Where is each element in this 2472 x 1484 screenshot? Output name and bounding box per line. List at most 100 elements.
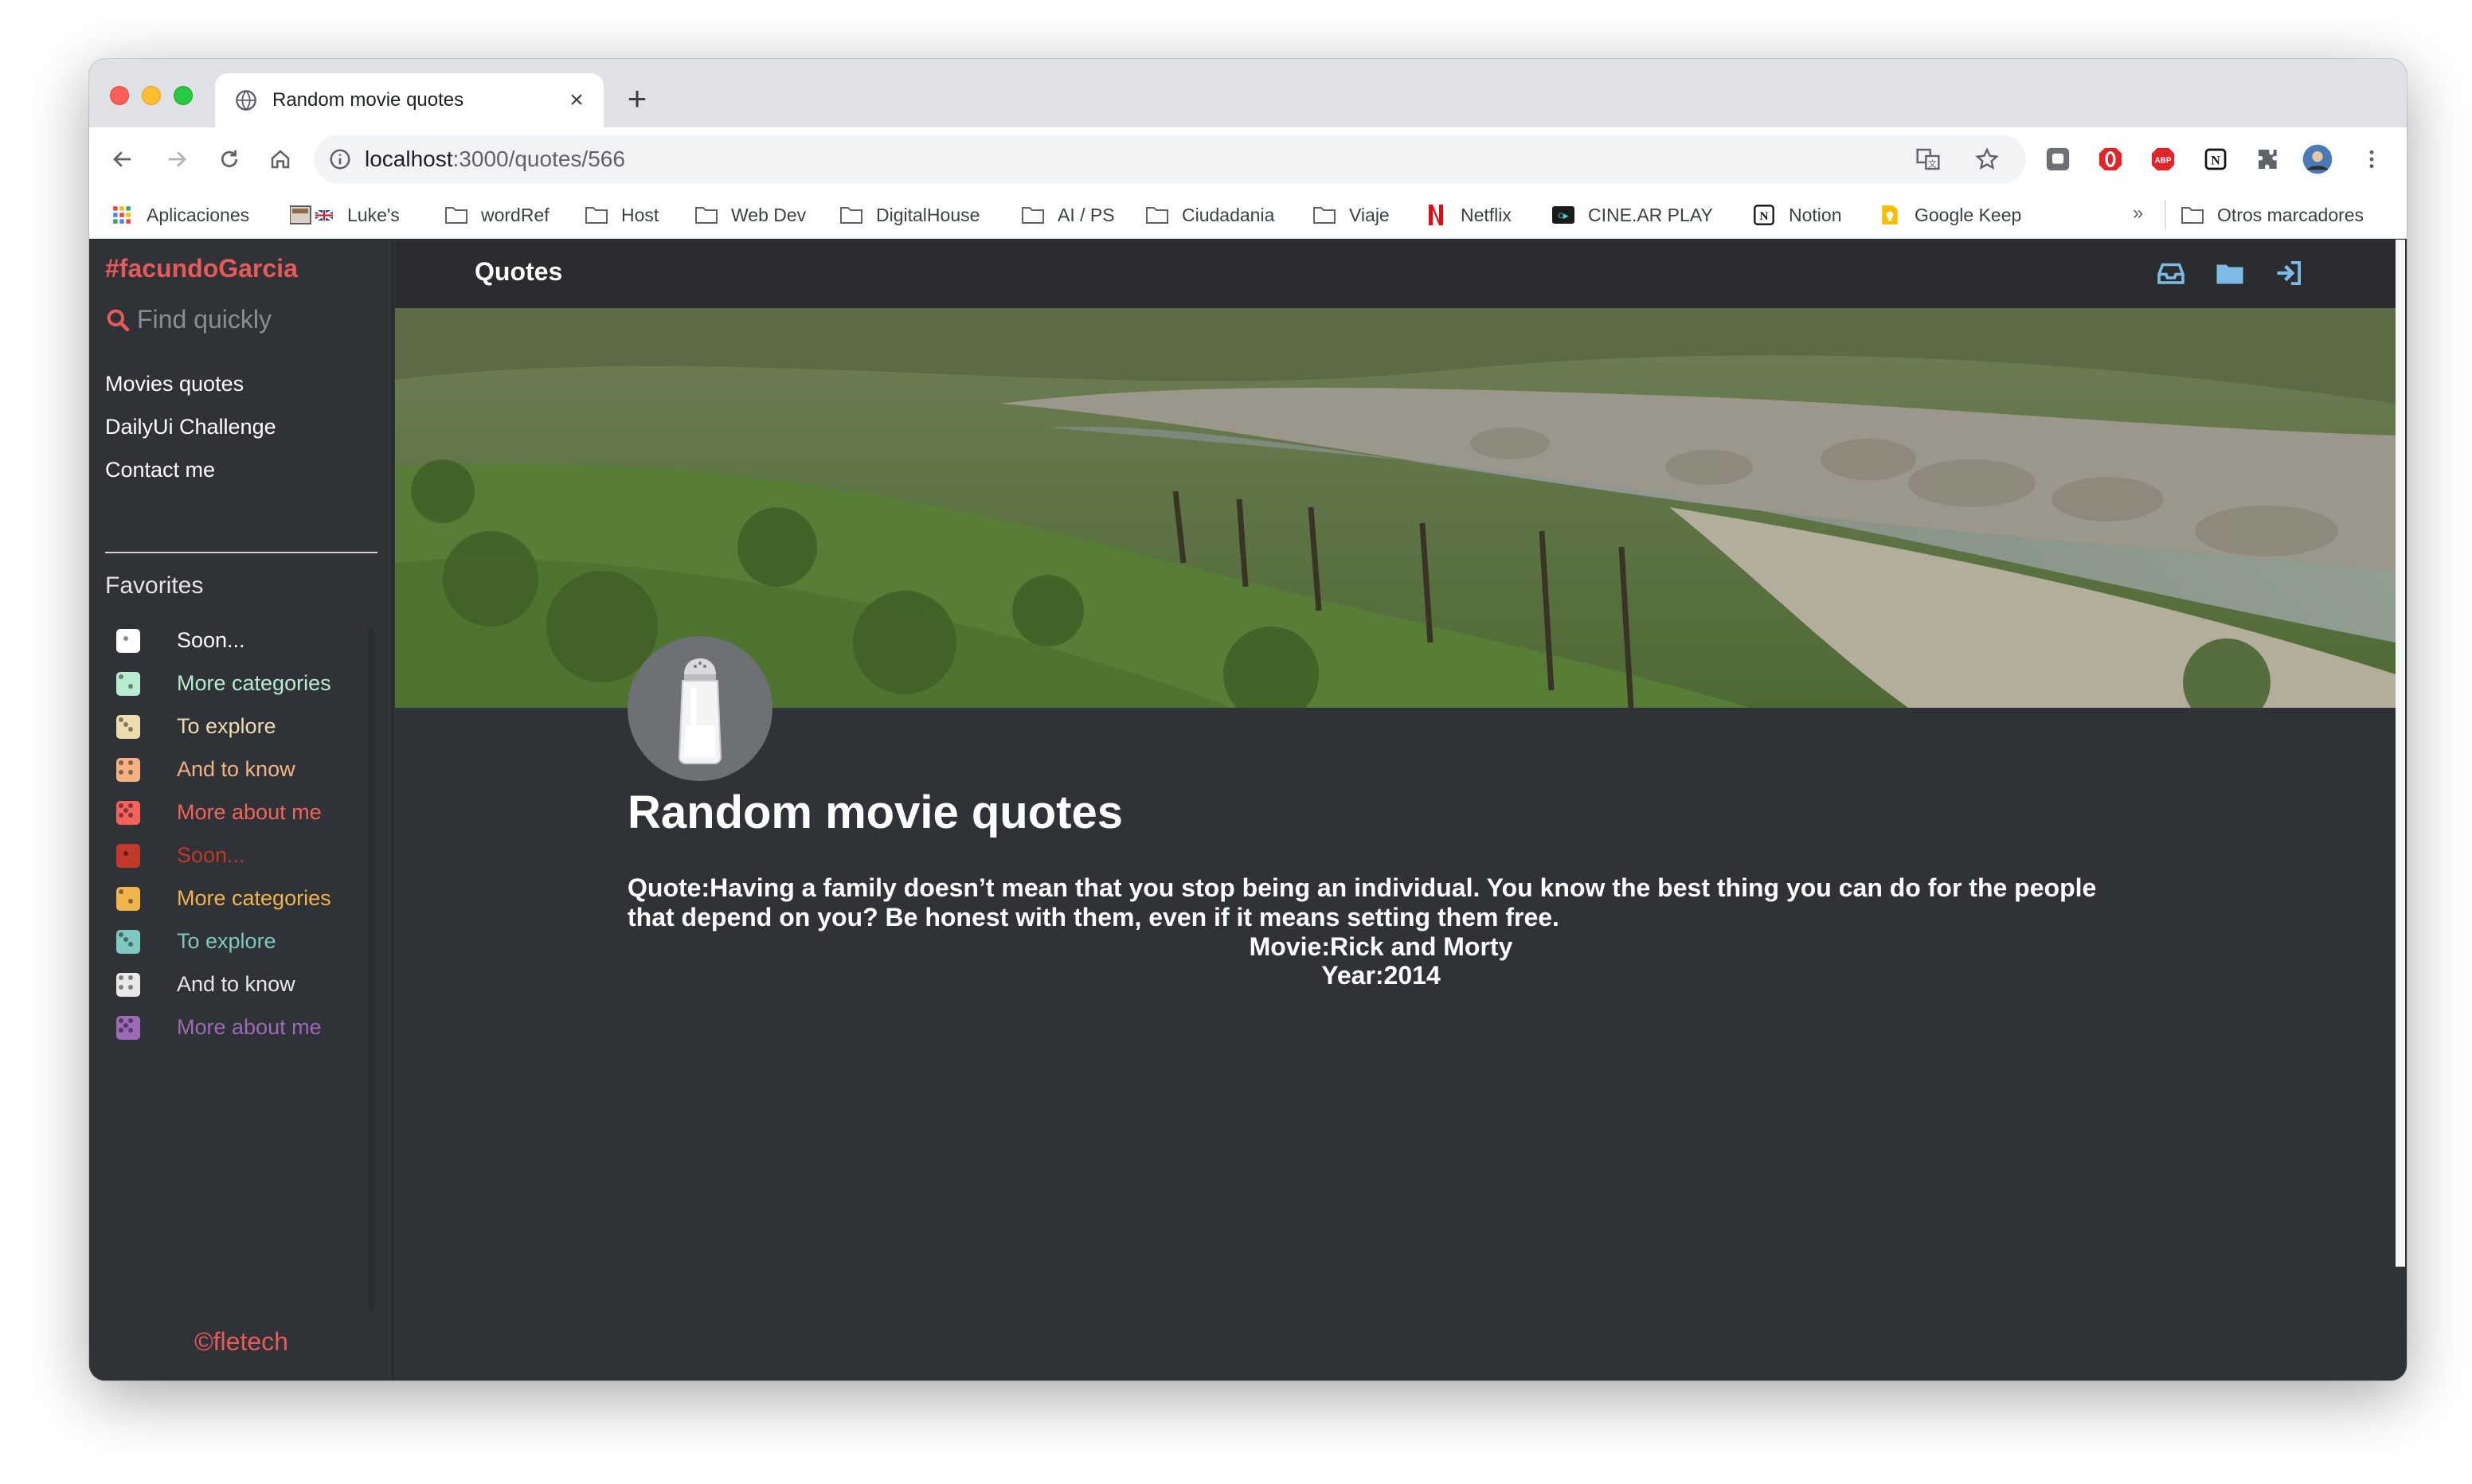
sign-in-icon[interactable] [2271, 256, 2306, 291]
sidebar-divider [105, 552, 377, 553]
tab-title: Random movie quotes [272, 89, 464, 111]
favorite-label: Soon... [177, 843, 245, 867]
browser-tab[interactable]: Random movie quotes × [215, 73, 604, 127]
favorite-item[interactable]: To explore [116, 714, 276, 739]
bookmark-wordref[interactable]: wordRef [444, 202, 550, 228]
home-icon[interactable] [263, 142, 298, 177]
favorite-item[interactable]: More about me [116, 1015, 322, 1040]
bookmark-google-keep[interactable]: Google Keep [1878, 202, 2021, 228]
dice-icon [116, 714, 140, 739]
dice-icon [116, 843, 140, 868]
top-bar-title: Quotes [475, 257, 563, 286]
page-scrollbar[interactable] [2396, 240, 2405, 1267]
notion-icon: N [1752, 205, 1776, 225]
find-quickly-search[interactable]: Find quickly [105, 305, 272, 334]
maximize-window-button[interactable] [174, 86, 193, 105]
favorite-item[interactable]: More categories [116, 886, 331, 911]
top-bar: Quotes [395, 240, 2396, 308]
bookmark-netflix[interactable]: Netflix [1424, 202, 1512, 228]
dice-icon [116, 972, 140, 997]
nav-link-movies-quotes[interactable]: Movies quotes [105, 372, 244, 396]
bookmarks-overflow-button[interactable]: » [2133, 202, 2143, 225]
dice-icon [116, 1015, 140, 1040]
favorite-label: And to know [177, 757, 295, 781]
page-title: Random movie quotes [628, 787, 1123, 838]
sidebar-scrollbar[interactable] [368, 627, 374, 1311]
favorite-item[interactable]: And to know [116, 757, 295, 782]
opera-adblock-icon[interactable] [2095, 143, 2126, 175]
back-arrow-icon[interactable] [105, 142, 140, 177]
bookmark-cinear[interactable]: C▶ CINE.AR PLAY [1551, 202, 1713, 228]
dice-icon [116, 671, 140, 696]
folder-icon [694, 205, 718, 225]
brand-logo[interactable]: #facundoGarcia [105, 254, 298, 283]
close-tab-icon[interactable]: × [564, 87, 589, 113]
quote-text: Quote:Having a family doesn’t mean that … [628, 873, 2097, 931]
bookmark-viaje[interactable]: Viaje [1312, 202, 1390, 228]
favorite-item[interactable]: And to know [116, 972, 295, 997]
apps-grid-icon [110, 205, 134, 225]
abp-icon[interactable]: ABP [2147, 143, 2179, 175]
dice-icon [116, 628, 140, 653]
bookmark-ciudadania[interactable]: Ciudadania [1145, 202, 1274, 228]
puzzle-extensions-icon[interactable] [2252, 143, 2284, 175]
close-window-button[interactable] [110, 86, 129, 105]
forward-arrow-icon[interactable] [159, 142, 194, 177]
bookmark-digitalhouse[interactable]: DigitalHouse [839, 202, 980, 228]
address-bar[interactable]: localhost:3000/quotes/566 文 [314, 135, 2026, 183]
translate-icon[interactable]: 文 [1915, 146, 1942, 173]
bookmark-apps[interactable]: Aplicaciones [110, 202, 249, 228]
netflix-icon [1424, 205, 1448, 225]
minimize-window-button[interactable] [142, 86, 161, 105]
globe-icon [234, 88, 258, 112]
nav-link-contact-me[interactable]: Contact me [105, 458, 215, 482]
dice-icon [116, 929, 140, 954]
quote-year: Year:2014 [1321, 961, 1441, 990]
cinear-icon: C▶ [1551, 205, 1575, 225]
main-content: Quotes Random movie quotes Quote:Having … [395, 240, 2407, 1381]
bookmark-lukes[interactable]: Luke's [290, 202, 400, 228]
bookmark-other[interactable]: Otros marcadores [2181, 202, 2364, 228]
favorite-item[interactable]: To explore [116, 929, 276, 954]
bookmarks-bar: Aplicaciones Luke's wordRef Host Web Dev… [89, 191, 2407, 239]
favorite-label: More categories [177, 886, 331, 910]
bookmark-ai-ps[interactable]: AI / PS [1021, 202, 1115, 228]
search-icon [105, 307, 131, 333]
uk-flag-icon [290, 205, 334, 225]
folder-icon [2181, 205, 2204, 225]
bookmark-web-dev[interactable]: Web Dev [694, 202, 806, 228]
star-icon[interactable] [1973, 146, 2001, 173]
profile-avatar-icon[interactable] [2302, 143, 2333, 175]
bookmarks-separator [2165, 201, 2166, 229]
browser-toolbar: localhost:3000/quotes/566 文 ABP N [89, 127, 2407, 191]
extension-shield-icon[interactable] [2042, 143, 2074, 175]
favorites-heading: Favorites [105, 572, 204, 599]
svg-text:N: N [1760, 209, 1769, 223]
nav-link-dailyui-challenge[interactable]: DailyUi Challenge [105, 415, 276, 439]
search-placeholder: Find quickly [137, 305, 272, 334]
reload-icon[interactable] [212, 142, 247, 177]
favorite-label: And to know [177, 972, 295, 996]
favorite-label: To explore [177, 929, 276, 953]
favorite-label: To explore [177, 714, 276, 738]
bookmark-notion[interactable]: N Notion [1752, 202, 1841, 228]
svg-text:ABP: ABP [2155, 156, 2172, 165]
notion-extension-icon[interactable]: N [2200, 143, 2231, 175]
url-text: localhost:3000/quotes/566 [365, 146, 625, 171]
sidebar: #facundoGarcia Find quickly Movies quote… [89, 240, 393, 1381]
site-info-icon[interactable] [328, 147, 352, 171]
folder-icon[interactable] [2212, 256, 2247, 291]
salt-shaker-avatar [628, 636, 772, 781]
favorite-item[interactable]: Soon... [116, 843, 245, 868]
favorite-item[interactable]: Soon... [116, 628, 245, 653]
favorite-item[interactable]: More categories [116, 671, 331, 696]
new-tab-icon[interactable]: + [620, 80, 655, 117]
favorite-label: More categories [177, 671, 331, 695]
bookmark-host[interactable]: Host [585, 202, 659, 228]
inbox-icon[interactable] [2153, 256, 2188, 291]
tab-strip: Random movie quotes × + [89, 59, 2407, 127]
dice-icon [116, 886, 140, 911]
kebab-menu-icon[interactable] [2356, 143, 2388, 175]
favorite-item[interactable]: More about me [116, 800, 322, 825]
quote-movie: Movie:Rick and Morty [1249, 932, 1513, 961]
